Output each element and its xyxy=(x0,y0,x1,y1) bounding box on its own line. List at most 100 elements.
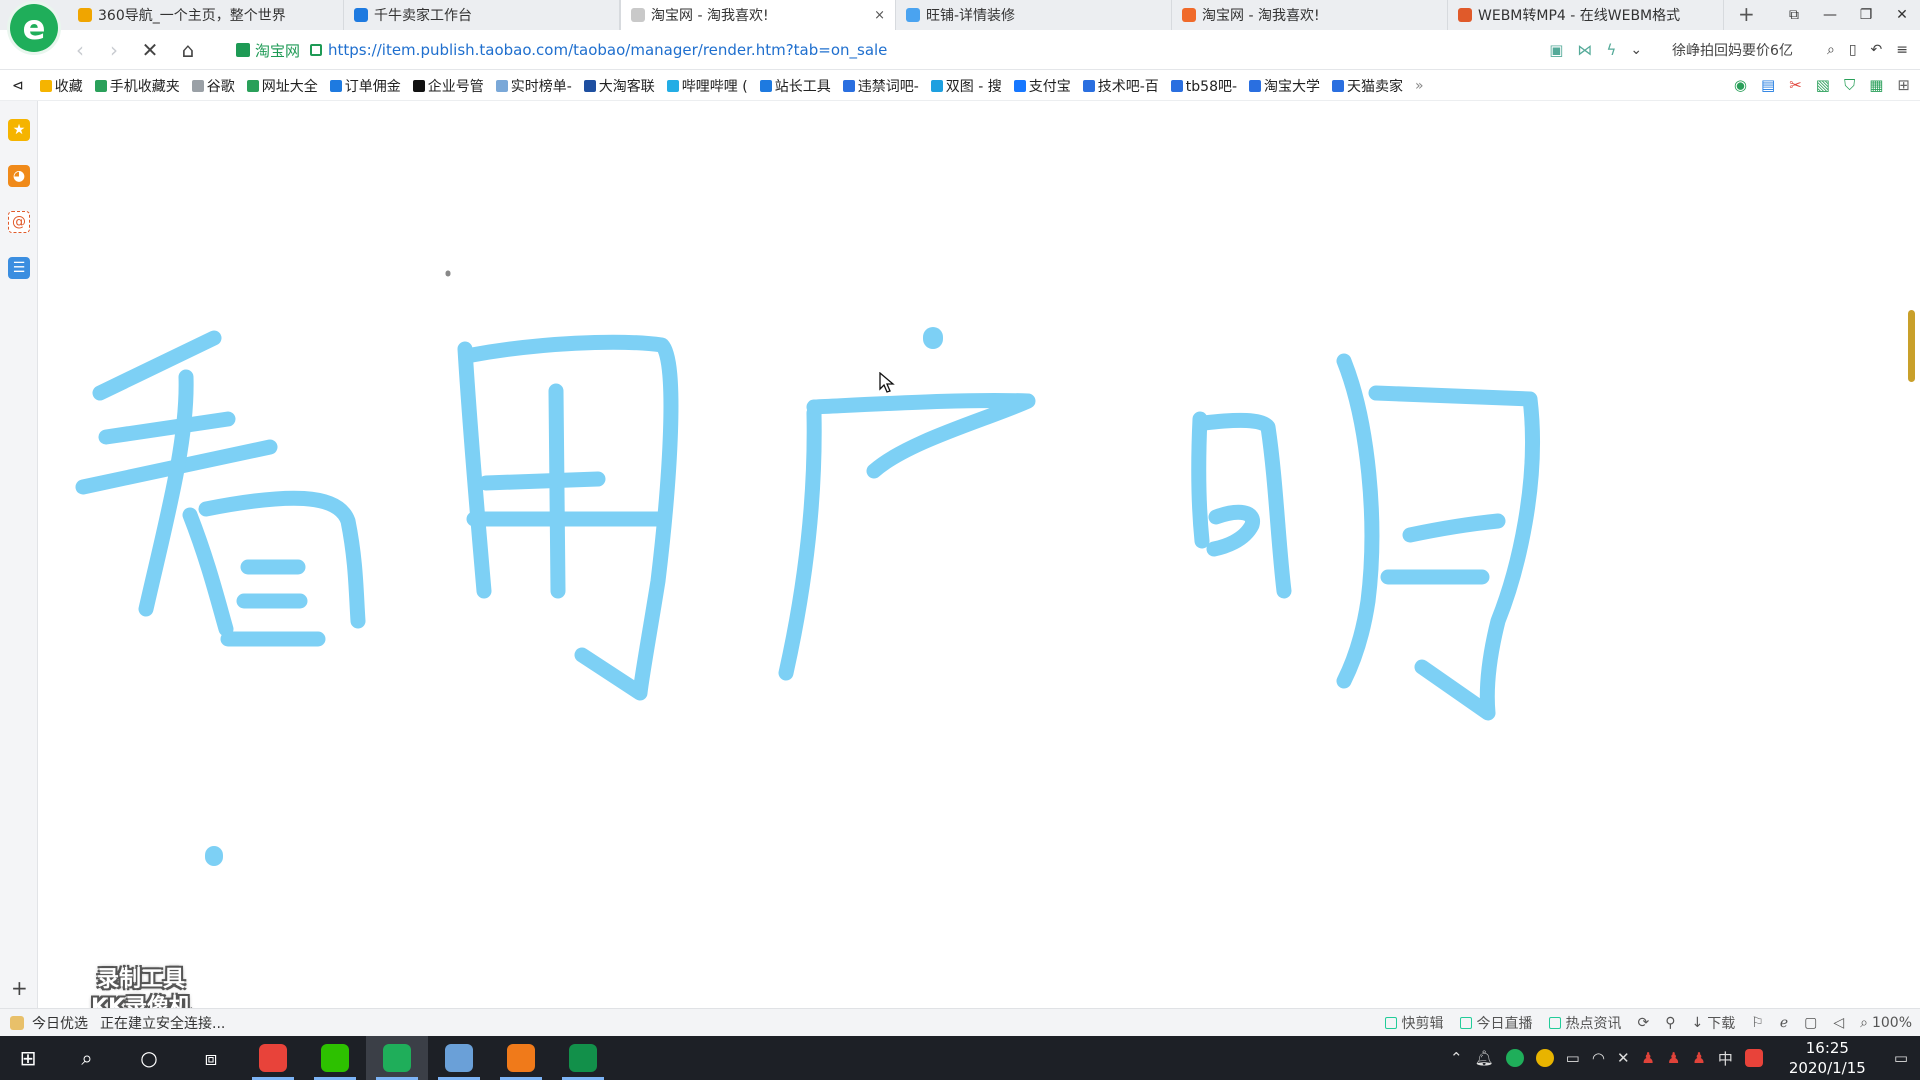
new-tab-button[interactable]: + xyxy=(1738,2,1755,26)
hot-news-button[interactable]: 热点资讯 xyxy=(1548,1013,1622,1033)
browser-tab[interactable]: 360导航_一个主页，整个世界 xyxy=(68,0,344,30)
minimize-button[interactable]: — xyxy=(1812,0,1848,30)
tray-qq2-icon[interactable]: ♟ xyxy=(1667,1049,1680,1067)
mail-icon[interactable]: @ xyxy=(8,211,30,233)
tray-qq3-icon[interactable]: ♟ xyxy=(1692,1049,1705,1067)
today-picks-link[interactable]: 今日优选 xyxy=(32,1013,88,1033)
download-button[interactable]: ↓ 下载 xyxy=(1692,1013,1736,1033)
bookmark-item[interactable]: 收藏 xyxy=(39,76,83,96)
gift-icon[interactable] xyxy=(10,1015,24,1030)
taskbar-app-360-browser[interactable] xyxy=(366,1036,428,1080)
scissors-icon[interactable]: ✂ xyxy=(1789,76,1802,94)
add-sidebar-icon[interactable]: + xyxy=(11,976,28,1000)
browser-tab[interactable]: 淘宝网 - 淘我喜欢! xyxy=(1172,0,1448,30)
undo-icon[interactable]: ↶ xyxy=(1871,42,1883,58)
lightning-icon[interactable]: ϟ xyxy=(1606,41,1616,59)
browser-tab[interactable]: 千牛卖家工作台 xyxy=(344,0,620,30)
quick-edit-button[interactable]: 快剪辑 xyxy=(1384,1013,1444,1033)
scrollbar-thumb[interactable] xyxy=(1908,310,1915,382)
menu-icon[interactable]: ≡ xyxy=(1896,42,1908,58)
lock-icon[interactable] xyxy=(310,44,323,56)
favorites-star-icon[interactable]: ★ xyxy=(8,119,30,141)
extension-icon[interactable]: ▣ xyxy=(1549,41,1563,59)
bookmark-item[interactable]: 违禁词吧- xyxy=(842,76,919,96)
tray-qq-icon[interactable]: ♟ xyxy=(1642,1049,1655,1067)
bookmark-item[interactable]: 手机收藏夹 xyxy=(94,76,180,96)
search-suggestion[interactable]: 徐峥拍回妈要价6亿 xyxy=(1672,40,1793,60)
bookmark-item[interactable]: 双图 - 搜 xyxy=(930,76,1002,96)
browser-tab[interactable]: 旺铺-详情装修 xyxy=(896,0,1172,30)
cortana-icon[interactable]: ○ xyxy=(118,1036,180,1080)
action-center-icon[interactable]: ▭ xyxy=(1894,1049,1908,1067)
close-window-button[interactable]: ✕ xyxy=(1884,0,1920,30)
maximize-button[interactable]: ❐ xyxy=(1848,0,1884,30)
bookmarks-more-icon[interactable]: » xyxy=(1415,78,1424,94)
taskbar-app-green-app[interactable] xyxy=(552,1036,614,1080)
bookmark-icon[interactable]: ▯ xyxy=(1849,42,1857,58)
site-identity[interactable]: 淘宝网 xyxy=(236,40,300,61)
chevron-down-icon[interactable]: ⌄ xyxy=(1630,42,1642,58)
tray-360-icon[interactable] xyxy=(1505,1049,1524,1067)
live-button[interactable]: 今日直播 xyxy=(1459,1013,1533,1033)
taskbar-app-wechat[interactable] xyxy=(304,1036,366,1080)
bookmark-item[interactable]: 订单佣金 xyxy=(329,76,401,96)
speaker-muted-icon[interactable]: ✕ xyxy=(1617,1049,1630,1067)
bookmark-favicon-icon xyxy=(1082,79,1095,92)
bookmark-item[interactable]: 淘宝大学 xyxy=(1249,76,1320,96)
bookmark-item[interactable]: 实时榜单- xyxy=(495,76,572,96)
pin-icon[interactable]: ⚲ xyxy=(1665,1015,1675,1031)
weibo-icon[interactable]: ◕ xyxy=(8,165,30,187)
notes-icon[interactable]: ☰ xyxy=(8,257,30,279)
browser-logo-icon[interactable]: e xyxy=(10,4,58,52)
browser-tab[interactable]: 淘宝网 - 淘我喜欢! × xyxy=(620,0,896,30)
search-icon[interactable]: ⌕ xyxy=(1827,42,1835,58)
tab-close-icon[interactable]: × xyxy=(874,8,885,23)
notification-bell-icon[interactable]: 🔔︎ xyxy=(1475,1049,1494,1067)
game-icon[interactable]: ▦ xyxy=(1869,76,1883,94)
url-field[interactable]: 淘宝网 https://item.publish.taobao.com/taob… xyxy=(236,36,1766,64)
tray-security-icon[interactable] xyxy=(1535,1049,1554,1067)
task-view-icon[interactable]: ⧈ xyxy=(180,1036,242,1080)
restore-tabs-icon[interactable]: ⧉ xyxy=(1776,0,1812,30)
home-icon[interactable]: ⌂ xyxy=(174,36,202,64)
battery-icon[interactable]: ▭ xyxy=(1566,1049,1580,1067)
browser-tab[interactable]: WEBM转MP4 - 在线WEBM格式 xyxy=(1448,0,1724,30)
bookmark-item[interactable]: 大淘客联 xyxy=(583,76,655,96)
bookmark-item[interactable]: 支付宝 xyxy=(1013,76,1071,96)
stop-loading-icon[interactable]: ✕ xyxy=(136,36,164,64)
share-icon[interactable]: ⋈ xyxy=(1577,41,1592,59)
bookmark-item[interactable]: 网址大全 xyxy=(246,76,318,96)
tray-expand-icon[interactable]: ⌃ xyxy=(1450,1049,1463,1067)
ime-indicator[interactable]: 中 xyxy=(1718,1048,1733,1069)
translate-icon[interactable]: ▤ xyxy=(1761,76,1775,94)
flag-icon[interactable]: ⚐ xyxy=(1751,1015,1764,1031)
volume-icon[interactable]: ◁ xyxy=(1833,1015,1844,1031)
forward-icon[interactable]: › xyxy=(100,36,128,64)
wifi-icon[interactable]: ◠ xyxy=(1592,1049,1605,1067)
bookmarks-toggle-icon[interactable]: ⊲ xyxy=(12,78,24,94)
sogou-icon[interactable] xyxy=(1744,1049,1763,1067)
search-icon[interactable]: ⌕ xyxy=(56,1036,118,1080)
window-icon[interactable]: ▢ xyxy=(1804,1015,1817,1031)
bookmark-item[interactable]: 技术吧-百 xyxy=(1082,76,1159,96)
clock[interactable]: 16:25 2020/1/15 xyxy=(1789,1038,1866,1078)
bookmark-item[interactable]: 企业号管 xyxy=(412,76,484,96)
shield-icon[interactable]: ⛉ xyxy=(1844,76,1855,94)
chat-icon[interactable]: ◉ xyxy=(1734,76,1747,94)
windows-start-icon[interactable]: ⊞ xyxy=(0,1036,56,1080)
bookmark-item[interactable]: 天猫卖家 xyxy=(1332,76,1403,96)
taskbar-app-notepad[interactable] xyxy=(428,1036,490,1080)
bookmark-item[interactable]: 谷歌 xyxy=(191,76,235,96)
grid-icon[interactable]: ⊞ xyxy=(1897,76,1910,94)
refresh-icon[interactable]: ⟳ xyxy=(1638,1015,1650,1031)
bookmark-item[interactable]: 哔哩哔哩 ( xyxy=(666,76,748,96)
taskbar-app-red-app[interactable] xyxy=(242,1036,304,1080)
zoom-control[interactable]: ⌕ 100% xyxy=(1860,1015,1912,1031)
url-text[interactable]: https://item.publish.taobao.com/taobao/m… xyxy=(328,41,887,59)
taskbar-app-orange-app[interactable] xyxy=(490,1036,552,1080)
bookmark-item[interactable]: 站长工具 xyxy=(759,76,831,96)
screenshot-icon[interactable]: ▧ xyxy=(1816,76,1830,94)
bookmark-item[interactable]: tb58吧- xyxy=(1170,76,1237,96)
back-icon[interactable]: ‹ xyxy=(66,36,94,64)
ie-icon[interactable]: ℯ xyxy=(1780,1015,1788,1031)
